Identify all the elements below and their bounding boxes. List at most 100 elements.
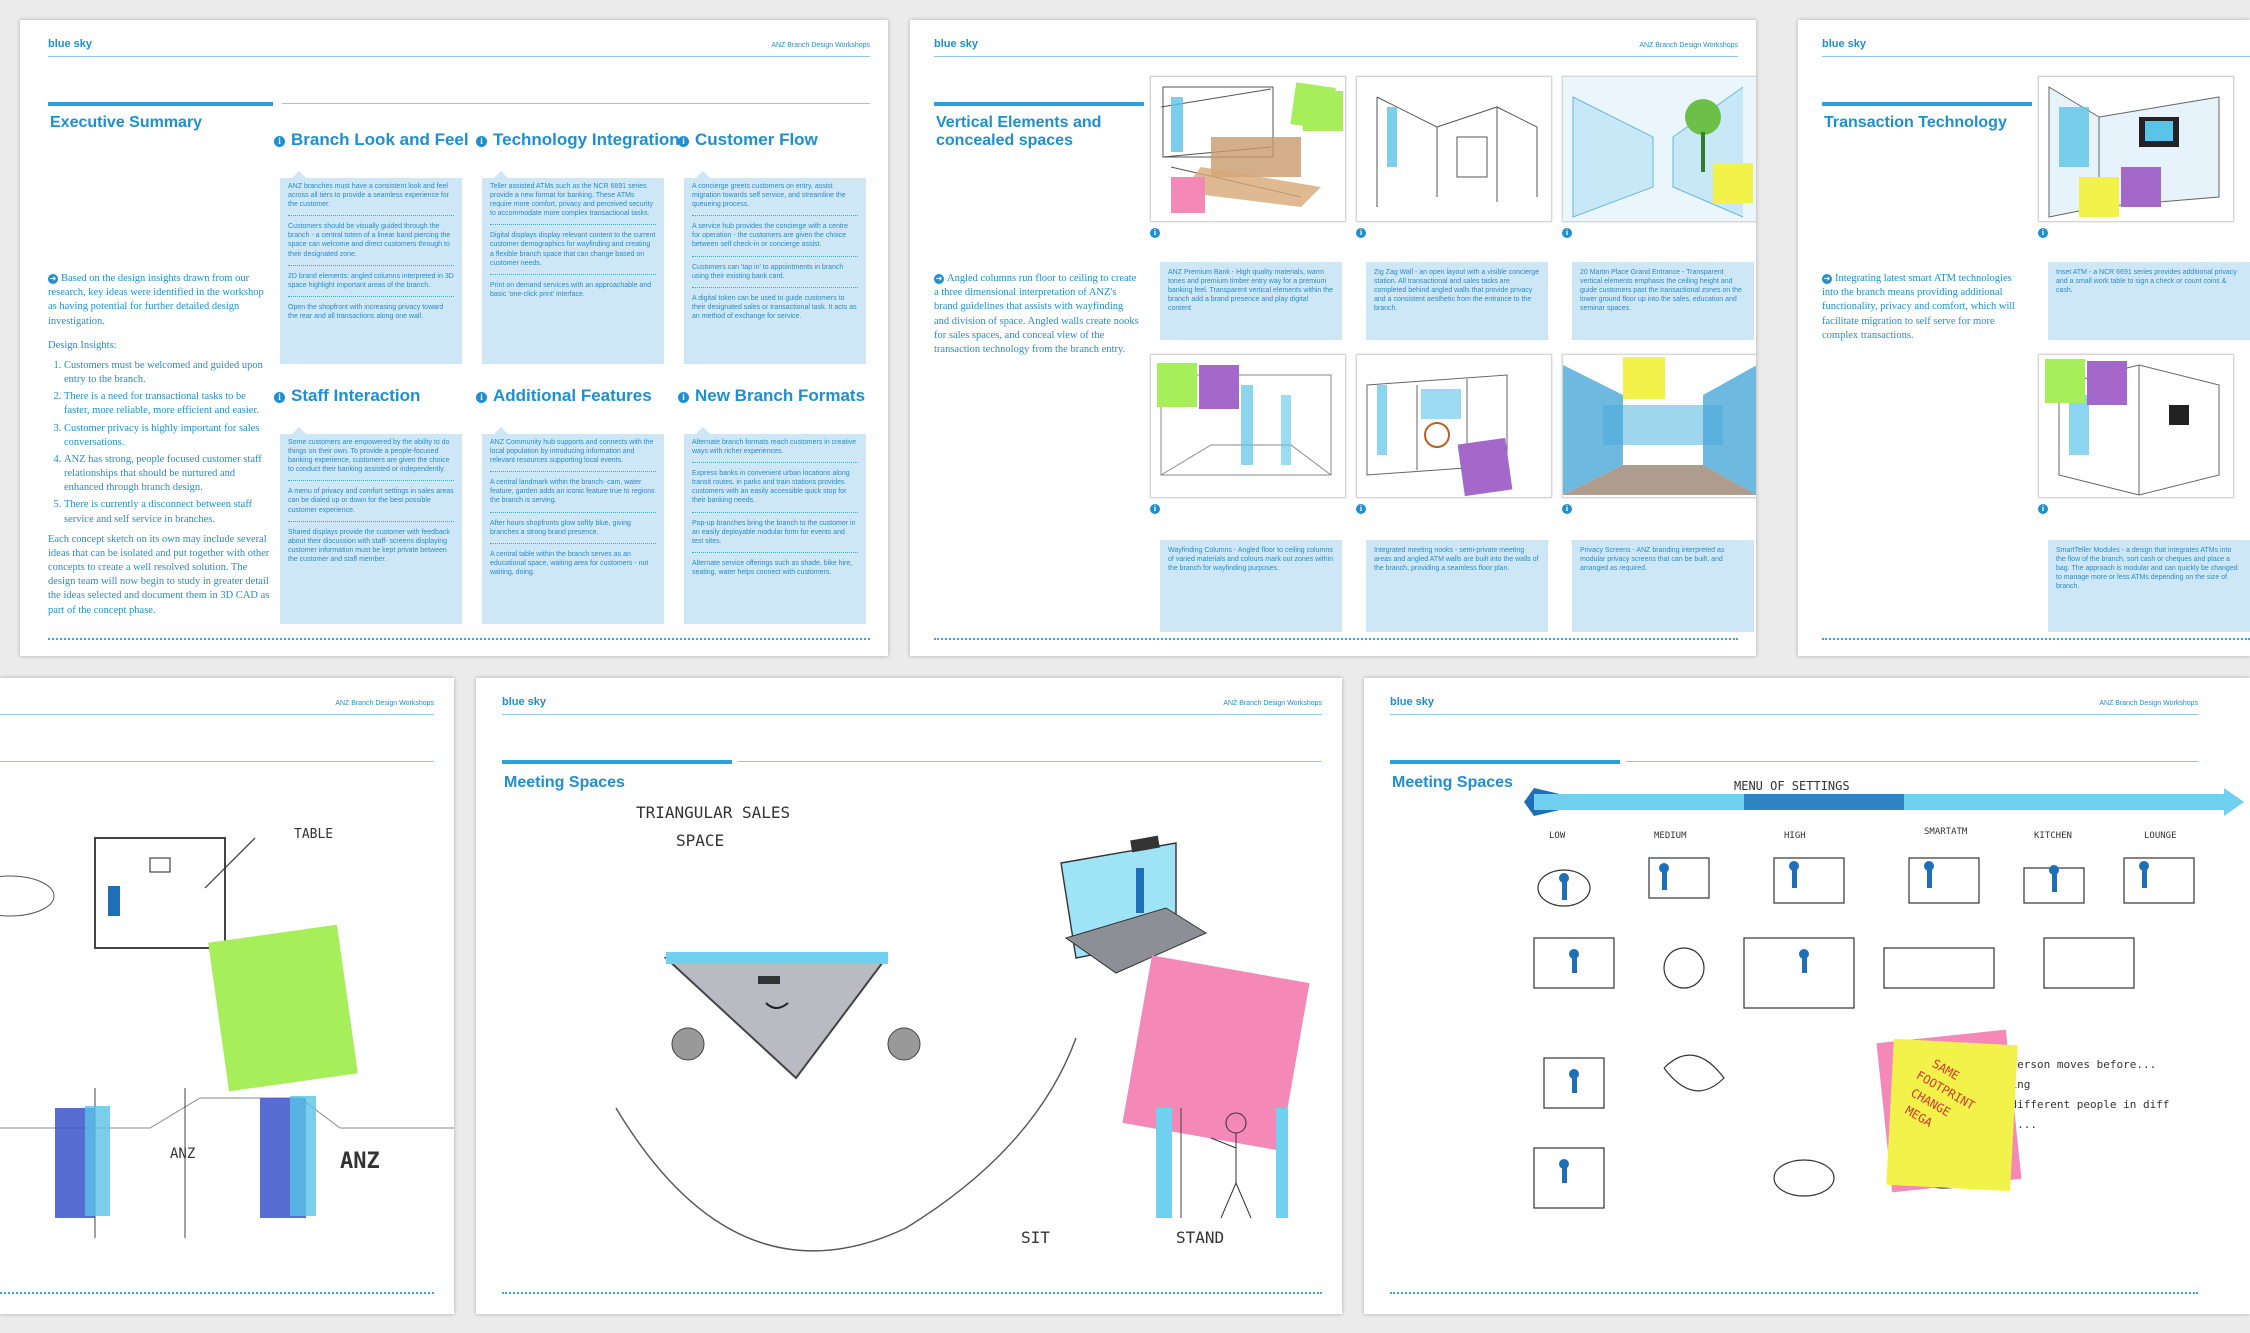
dotted-divider bbox=[288, 480, 454, 482]
title-line bbox=[1626, 761, 2198, 762]
sketch-drawing bbox=[1376, 96, 1538, 207]
sketch-menu-of-settings: MENU OF SETTINGS LOW MEDIUM HIGH SMARTAT… bbox=[1524, 779, 2244, 1209]
panel-notch bbox=[292, 171, 306, 178]
info-icon: i bbox=[1356, 504, 1366, 514]
vertical-intro: ➜ Angled columns run floor to ceiling to … bbox=[934, 273, 1139, 355]
sketch-label: KITCHEN bbox=[2034, 831, 2072, 841]
sketch-label: LOW bbox=[1549, 831, 1566, 841]
insights-list: Customers must be welcomed and guided up… bbox=[48, 359, 273, 527]
sketch-smartteller bbox=[2038, 354, 2234, 498]
info-icon: i bbox=[2038, 228, 2048, 238]
dotted-divider bbox=[490, 224, 656, 226]
info-icon: i bbox=[476, 136, 487, 147]
caption-wayfinding: Wayfinding Columns - Angled floor to cei… bbox=[1160, 540, 1342, 632]
panel-text: A service hub provides the concierge wit… bbox=[692, 223, 849, 249]
arrow-icon: ➜ bbox=[1822, 274, 1832, 284]
sketch-label: TABLE bbox=[294, 827, 333, 842]
transaction-intro: ➜ Integrating latest smart ATM technologi… bbox=[1822, 273, 2016, 341]
brand-logo: blue sky bbox=[934, 38, 979, 50]
caption-privacy-screens: Privacy Screens - ANZ branding interpret… bbox=[1572, 540, 1754, 632]
panel-text: A digital token can be used to guide cus… bbox=[692, 294, 857, 320]
dotted-divider bbox=[692, 551, 858, 553]
panel-text: 2D brand elements: angled columns interp… bbox=[288, 272, 454, 289]
sketch-drawing bbox=[1366, 374, 1513, 497]
header-line bbox=[502, 714, 1322, 715]
panel-text: Customers can 'tap in' to appointments i… bbox=[692, 263, 844, 280]
header-line bbox=[1822, 56, 2250, 57]
info-icon: i bbox=[1356, 228, 1366, 238]
panel-notch bbox=[696, 427, 710, 434]
panel-additional: ANZ Community hub supports and connects … bbox=[482, 427, 664, 624]
footer-dots bbox=[48, 638, 870, 640]
info-icon: i bbox=[1150, 228, 1160, 238]
info-icon: i bbox=[476, 392, 487, 403]
title-rule bbox=[502, 760, 732, 764]
page-meeting-spaces-2: blue sky ANZ Branch Design Workshops Mee… bbox=[1364, 678, 2250, 1314]
title-line bbox=[738, 761, 1322, 762]
header-label: ANZ Branch Design Workshops bbox=[2099, 700, 2198, 707]
dotted-divider bbox=[288, 215, 454, 217]
panel-text: ANZ branches must have a consistent look… bbox=[288, 183, 450, 209]
exec-closing: Each concept sketch on its own may inclu… bbox=[48, 533, 270, 616]
panel-text: Print on demand services with an approac… bbox=[490, 281, 652, 298]
info-icon: i bbox=[678, 392, 689, 403]
dotted-divider bbox=[692, 286, 858, 288]
sketch-privacy-screens bbox=[1562, 354, 1756, 498]
header-line bbox=[48, 56, 870, 57]
info-icon: i bbox=[678, 136, 689, 147]
title-rule bbox=[1822, 102, 2032, 106]
panel-text: ANZ Community hub supports and connects … bbox=[490, 439, 654, 465]
header-line bbox=[0, 714, 434, 715]
panel-text: Some customers are empowered by the abil… bbox=[288, 439, 450, 474]
panel-text: Shared displays provide the customer wit… bbox=[288, 528, 450, 563]
arrow-icon: ➜ bbox=[48, 274, 58, 284]
heading-technology: i Technology Integration bbox=[476, 130, 680, 150]
sketch-drawing bbox=[2048, 86, 2220, 218]
panel-staff: Some customers are empowered by the abil… bbox=[280, 427, 462, 624]
panel-notch bbox=[696, 171, 710, 178]
panel-text: A central landmark within the branch- ca… bbox=[490, 479, 655, 505]
insights-label: Design Insights: bbox=[48, 339, 117, 351]
sketch-drawing bbox=[1160, 82, 1343, 213]
insight-item: Customers must be welcomed and guided up… bbox=[64, 359, 273, 387]
sketch-zig-zag-wall bbox=[1356, 76, 1552, 222]
caption-inset-atm: Inset ATM - a NCR 6691 series provides a… bbox=[2048, 262, 2250, 340]
panel-text: Customers should be visually guided thro… bbox=[288, 223, 451, 258]
sketch-premium-bank bbox=[1150, 76, 1346, 222]
exec-intro: ➜ Based on the design insights drawn from… bbox=[48, 273, 264, 327]
sketch-inset-atm bbox=[2038, 76, 2234, 222]
brand-logo: blue sky bbox=[48, 38, 93, 50]
title-line bbox=[282, 103, 870, 104]
caption-martin-place: 20 Martin Place Grand Entrance - Transpa… bbox=[1572, 262, 1754, 340]
sketch-drawing bbox=[1157, 363, 1332, 476]
panel-text: Digital displays display relevant conten… bbox=[490, 232, 656, 267]
insight-item: There is currently a disconnect between … bbox=[64, 498, 273, 526]
sketch-label: MENU OF SETTINGS bbox=[1734, 779, 1850, 793]
sketch-wayfinding-columns bbox=[1150, 354, 1346, 498]
sketch-label: TRIANGULAR SALES bbox=[636, 803, 790, 822]
sketch-booth-layout: TABLE ANZ ANZ bbox=[0, 827, 454, 1238]
exec-summary-body: ➜ Based on the design insights drawn from… bbox=[48, 272, 273, 618]
sketch-label: STAND bbox=[1176, 1228, 1224, 1247]
title-rule bbox=[934, 102, 1144, 106]
dotted-divider bbox=[288, 520, 454, 522]
footer-dots bbox=[1390, 1292, 2198, 1294]
dotted-divider bbox=[692, 462, 858, 464]
page-title: Transaction Technology bbox=[1824, 114, 2007, 131]
info-icon: i bbox=[2038, 504, 2048, 514]
sticky-note bbox=[208, 924, 358, 1092]
panel-text: After hours shopfronts glow softly blue,… bbox=[490, 519, 631, 536]
header-label: ANZ Branch Design Workshops bbox=[1223, 700, 1322, 707]
caption-smartteller: SmartTeller Modules - a design that inte… bbox=[2048, 540, 2250, 632]
dotted-divider bbox=[490, 273, 656, 275]
dotted-divider bbox=[490, 471, 656, 473]
heading-staff: i Staff Interaction bbox=[274, 386, 420, 406]
dotted-divider bbox=[490, 542, 656, 544]
heading-additional: i Additional Features bbox=[476, 386, 652, 406]
info-icon: i bbox=[274, 136, 285, 147]
sketch-label: HIGH bbox=[1784, 831, 1806, 841]
panel-text: Open the shopfront with increasing priva… bbox=[288, 303, 444, 320]
sketch-drawing bbox=[2045, 359, 2220, 496]
brand-logo: blue sky bbox=[1822, 38, 1867, 50]
panel-new-formats: Alternate branch formats reach customers… bbox=[684, 427, 866, 624]
